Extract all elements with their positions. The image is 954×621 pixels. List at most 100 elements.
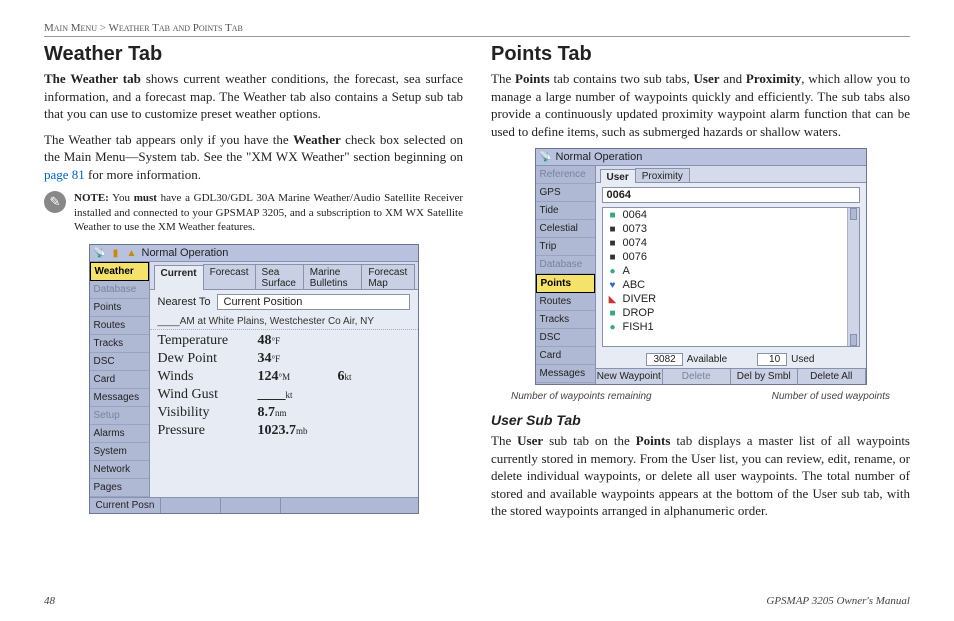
status-current-posn[interactable]: Current Posn: [90, 498, 162, 513]
side-tab-database[interactable]: Database: [90, 281, 149, 299]
tab-forecast[interactable]: Forecast: [203, 264, 256, 289]
left-column: Weather Tab The Weather tab shows curren…: [44, 43, 463, 528]
points-heading: Points Tab: [491, 43, 910, 66]
side-tab-messages[interactable]: Messages: [536, 365, 595, 383]
caption-left: Number of waypoints remaining: [511, 391, 652, 402]
waypoint-symbol-icon: ■: [607, 251, 619, 263]
side-tab-tracks[interactable]: Tracks: [90, 335, 149, 353]
button-delete-all[interactable]: Delete All: [798, 369, 866, 384]
reading-dew-point: Dew Point34°F: [158, 350, 410, 368]
side-tab-card[interactable]: Card: [90, 371, 149, 389]
reading-visibility: Visibility8.7nm: [158, 404, 410, 422]
right-column: Points Tab The Points tab contains two s…: [491, 43, 910, 528]
side-tab-database[interactable]: Database: [536, 256, 595, 274]
points-button-row: New WaypointDeleteDel by SmblDelete All: [596, 368, 866, 384]
scrollbar[interactable]: [847, 208, 859, 346]
button-new-waypoint[interactable]: New Waypoint: [596, 369, 664, 384]
waypoint-symbol-icon: ■: [607, 237, 619, 249]
caption-right: Number of used waypoints: [772, 391, 890, 402]
note-text: NOTE: You must have a GDL30/GDL 30A Mari…: [74, 191, 463, 234]
side-tab-celestial[interactable]: Celestial: [536, 220, 595, 238]
side-tab-network[interactable]: Network: [90, 461, 149, 479]
card-icon: ▮: [110, 247, 122, 259]
nearest-field[interactable]: Current Position: [217, 294, 410, 310]
points-device-screenshot: 📡 Normal Operation ReferenceGPSTideCeles…: [535, 148, 867, 385]
reading-temperature: Temperature48°F: [158, 332, 410, 350]
waypoint-search-field[interactable]: 0064: [602, 187, 860, 203]
list-item[interactable]: ●A: [603, 264, 859, 278]
breadcrumb-sep: >: [100, 22, 106, 34]
side-tab-messages[interactable]: Messages: [90, 389, 149, 407]
tab-proximity[interactable]: Proximity: [635, 168, 690, 182]
points-titlebar: 📡 Normal Operation: [536, 149, 866, 166]
list-item[interactable]: ◣DIVER: [603, 292, 859, 306]
weather-readings: Temperature48°FDew Point34°FWinds124°M6k…: [150, 330, 418, 446]
waypoint-symbol-icon: ●: [607, 321, 619, 333]
weather-p2: The Weather tab appears only if you have…: [44, 131, 463, 184]
button-del-by-smbl[interactable]: Del by Smbl: [731, 369, 799, 384]
weather-title: Normal Operation: [142, 247, 229, 259]
page-number: 48: [44, 595, 55, 607]
tab-sea-surface[interactable]: Sea Surface: [255, 264, 304, 289]
manual-title: GPSMAP 3205 Owner's Manual: [766, 595, 910, 607]
side-tab-dsc[interactable]: DSC: [536, 329, 595, 347]
side-tab-reference[interactable]: Reference: [536, 166, 595, 184]
side-tab-gps[interactable]: GPS: [536, 184, 595, 202]
side-tab-tracks[interactable]: Tracks: [536, 311, 595, 329]
list-item[interactable]: ■0073: [603, 222, 859, 236]
tab-user[interactable]: User: [600, 169, 636, 183]
side-tab-tide[interactable]: Tide: [536, 202, 595, 220]
used-label: Used: [791, 354, 814, 365]
points-main-pane: UserProximity 0064 ■0064■0073■0074■0076●…: [596, 166, 866, 384]
side-tab-system[interactable]: System: [90, 443, 149, 461]
points-title: Normal Operation: [556, 151, 643, 163]
points-side-tabs: ReferenceGPSTideCelestialTripDatabasePoi…: [536, 166, 596, 384]
reading-winds: Winds124°M6kt: [158, 368, 410, 386]
waypoint-symbol-icon: ●: [607, 265, 619, 277]
weather-side-tabs: WeatherDatabasePointsRoutesTracksDSCCard…: [90, 262, 150, 497]
points-captions: Number of waypoints remaining Number of …: [491, 389, 910, 402]
weather-device-screenshot: 📡 ▮ ▲ Normal Operation WeatherDatabasePo…: [89, 244, 419, 514]
side-tab-points[interactable]: Points: [536, 274, 595, 293]
side-tab-routes[interactable]: Routes: [536, 293, 595, 311]
footer: 48 GPSMAP 3205 Owner's Manual: [44, 595, 910, 607]
side-tab-card[interactable]: Card: [536, 347, 595, 365]
available-label: Available: [687, 354, 727, 365]
tab-current[interactable]: Current: [154, 265, 204, 290]
side-tab-routes[interactable]: Routes: [90, 317, 149, 335]
side-tab-trip[interactable]: Trip: [536, 238, 595, 256]
list-item[interactable]: ●FISH1: [603, 320, 859, 334]
side-tab-points[interactable]: Points: [90, 299, 149, 317]
user-subtab-p: The User sub tab on the Points tab displ…: [491, 432, 910, 520]
list-item[interactable]: ■0074: [603, 236, 859, 250]
button-delete: Delete: [663, 369, 731, 384]
reading-pressure: Pressure1023.7mb: [158, 422, 410, 440]
nearest-label: Nearest To: [158, 296, 211, 308]
waypoint-symbol-icon: ♥: [607, 279, 619, 291]
page-link[interactable]: page 81: [44, 167, 85, 182]
list-item[interactable]: ♥ABC: [603, 278, 859, 292]
side-tab-setup[interactable]: Setup: [90, 407, 149, 425]
tab-forecast-map[interactable]: Forecast Map: [361, 264, 414, 289]
note-icon: ✎: [44, 191, 66, 213]
weather-p1-bold: The Weather tab: [44, 71, 141, 86]
weather-inner-tabs: CurrentForecastSea SurfaceMarine Bulleti…: [150, 262, 418, 290]
side-tab-weather[interactable]: Weather: [90, 262, 149, 281]
waypoint-list[interactable]: ■0064■0073■0074■0076●A♥ABC◣DIVER■DROP●FI…: [602, 207, 860, 347]
used-count: 10: [757, 353, 787, 366]
side-tab-pages[interactable]: Pages: [90, 479, 149, 497]
list-item[interactable]: ■DROP: [603, 306, 859, 320]
waypoint-symbol-icon: ■: [607, 307, 619, 319]
list-item[interactable]: ■0076: [603, 250, 859, 264]
list-item[interactable]: ■0064: [603, 208, 859, 222]
breadcrumb-root: Main Menu: [44, 22, 97, 34]
points-p1: The Points tab contains two sub tabs, Us…: [491, 70, 910, 140]
tab-marine-bulletins[interactable]: Marine Bulletins: [303, 264, 363, 289]
side-tab-alarms[interactable]: Alarms: [90, 425, 149, 443]
waypoint-symbol-icon: ■: [607, 223, 619, 235]
satellite-icon: 📡: [540, 151, 552, 163]
available-count: 3082: [646, 353, 682, 366]
side-tab-dsc[interactable]: DSC: [90, 353, 149, 371]
weather-titlebar: 📡 ▮ ▲ Normal Operation: [90, 245, 418, 262]
nearest-row: Nearest To Current Position: [150, 290, 418, 314]
